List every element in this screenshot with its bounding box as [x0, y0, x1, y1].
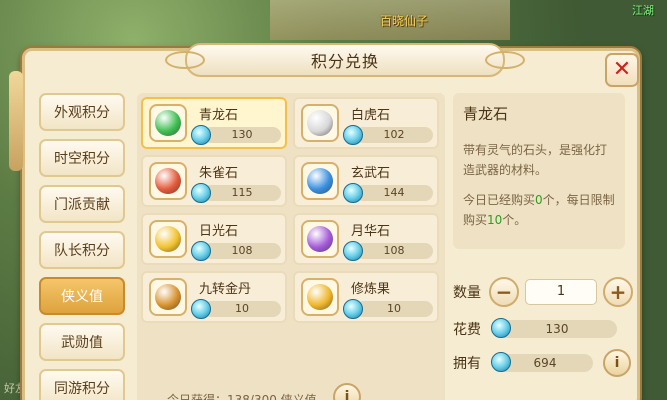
cost-label: 花费 [453, 322, 481, 338]
item-price: 10 [191, 299, 281, 319]
item-card[interactable]: 玄武石 144 [293, 155, 439, 207]
tab-chivalry-value[interactable]: 侠义值 [39, 277, 125, 315]
item-card[interactable]: 日光石 108 [141, 213, 287, 265]
moonlight-stone-icon [307, 226, 333, 252]
window-title: 积分兑换 [310, 52, 379, 71]
info-icon: i [614, 355, 620, 371]
tab-companion-points[interactable]: 同游积分 [39, 369, 125, 400]
plus-icon: + [609, 280, 627, 304]
tab-appearance-points[interactable]: 外观积分 [39, 93, 125, 131]
chivalry-coin-icon [343, 125, 363, 145]
quantity-input[interactable]: 1 [525, 279, 597, 305]
tab-merit-value[interactable]: 武勋值 [39, 323, 125, 361]
item-price: 10 [343, 299, 433, 319]
detail-item-name: 青龙石 [463, 105, 509, 123]
cost-value: 130 [491, 318, 617, 338]
decrease-quantity-button[interactable]: − [489, 277, 519, 307]
owned-value: 694 [491, 352, 593, 372]
chivalry-coin-icon [191, 241, 211, 261]
chivalry-coin-icon [491, 318, 511, 338]
chivalry-coin-icon [343, 241, 363, 261]
item-price: 108 [343, 241, 433, 261]
owned-label: 拥有 [453, 356, 481, 372]
close-icon: ✕ [612, 57, 632, 82]
chivalry-coin-icon [343, 299, 363, 319]
vermilion-bird-stone-icon [155, 168, 181, 194]
item-icon [149, 162, 187, 200]
owned-info-button[interactable]: i [603, 349, 631, 377]
item-price: 144 [343, 183, 433, 203]
item-detail-panel: 青龙石 带有灵气的石头，是强化打造武器的材料。 今日已经购买0个，每日限制购买1… [453, 93, 625, 249]
title-ornament-left [165, 51, 205, 69]
chivalry-coin-icon [491, 352, 511, 372]
item-icon [301, 162, 339, 200]
item-name: 青龙石 [199, 108, 239, 123]
golden-elixir-chest-icon [155, 284, 181, 310]
item-card[interactable]: 九转金丹 10 [141, 271, 287, 323]
item-name: 九转金丹 [199, 282, 252, 297]
item-icon [149, 104, 187, 142]
cost-row: 花费 130 [453, 318, 617, 339]
points-exchange-window: 积分兑换 ✕ 外观积分 时空积分 门派贡献 队长积分 侠义值 武勋值 同游积分 … [9, 43, 640, 400]
item-icon [301, 278, 339, 316]
white-tiger-stone-icon [307, 110, 333, 136]
item-card[interactable]: 朱雀石 115 [141, 155, 287, 207]
tab-captain-points[interactable]: 队长积分 [39, 231, 125, 269]
cultivation-fruit-icon [307, 284, 333, 310]
item-icon [149, 220, 187, 258]
item-card[interactable]: 青龙石 130 [141, 97, 287, 149]
jade-dragon-stone-icon [155, 110, 181, 136]
item-icon [149, 278, 187, 316]
black-tortoise-stone-icon [307, 168, 333, 194]
item-name: 朱雀石 [199, 166, 239, 181]
chivalry-coin-icon [191, 125, 211, 145]
increase-quantity-button[interactable]: + [603, 277, 633, 307]
info-button[interactable]: i [333, 383, 361, 400]
npc-name-label: 百晓仙子 [380, 14, 429, 28]
item-name: 白虎石 [351, 108, 391, 123]
category-sidebar: 外观积分 时空积分 门派贡献 队长积分 侠义值 武勋值 同游积分 [39, 93, 131, 400]
item-name: 玄武石 [351, 166, 391, 181]
title-ornament-right [485, 51, 525, 69]
item-icon [301, 220, 339, 258]
item-grid: 青龙石 130 白虎石 102 朱雀石 115 玄武石 144 日光石 108 … [137, 93, 445, 400]
chivalry-coin-icon [191, 299, 211, 319]
chivalry-coin-icon [191, 183, 211, 203]
tab-spacetime-points[interactable]: 时空积分 [39, 139, 125, 177]
item-price: 130 [191, 125, 281, 145]
item-card[interactable]: 白虎石 102 [293, 97, 439, 149]
sunlight-stone-icon [155, 226, 181, 252]
item-card[interactable]: 月华石 108 [293, 213, 439, 265]
minus-icon: − [495, 280, 513, 304]
owned-row: 拥有 694 i [453, 349, 631, 377]
detail-description: 带有灵气的石头，是强化打造武器的材料。 [463, 143, 608, 177]
background-right-text: 江湖 [632, 4, 654, 17]
tab-sect-contribution[interactable]: 门派贡献 [39, 185, 125, 223]
detail-purchase-limit: 今日已经购买0个，每日限制购买10个。 [463, 193, 615, 227]
title-bar: 积分兑换 [165, 43, 525, 77]
item-price: 115 [191, 183, 281, 203]
today-earned-text: 今日获得：138/300 侠义值 [167, 393, 317, 400]
chivalry-coin-icon [343, 183, 363, 203]
item-price: 108 [191, 241, 281, 261]
item-icon [301, 104, 339, 142]
quantity-label: 数量 [453, 285, 481, 301]
item-price: 102 [343, 125, 433, 145]
item-card[interactable]: 修炼果 10 [293, 271, 439, 323]
window-side-ornament [9, 71, 23, 171]
quantity-row: 数量 − 1 + [453, 277, 633, 307]
item-name: 日光石 [199, 224, 239, 239]
close-button[interactable]: ✕ [605, 53, 639, 87]
item-name: 月华石 [351, 224, 391, 239]
item-name: 修炼果 [351, 282, 391, 297]
info-icon: i [344, 389, 350, 400]
